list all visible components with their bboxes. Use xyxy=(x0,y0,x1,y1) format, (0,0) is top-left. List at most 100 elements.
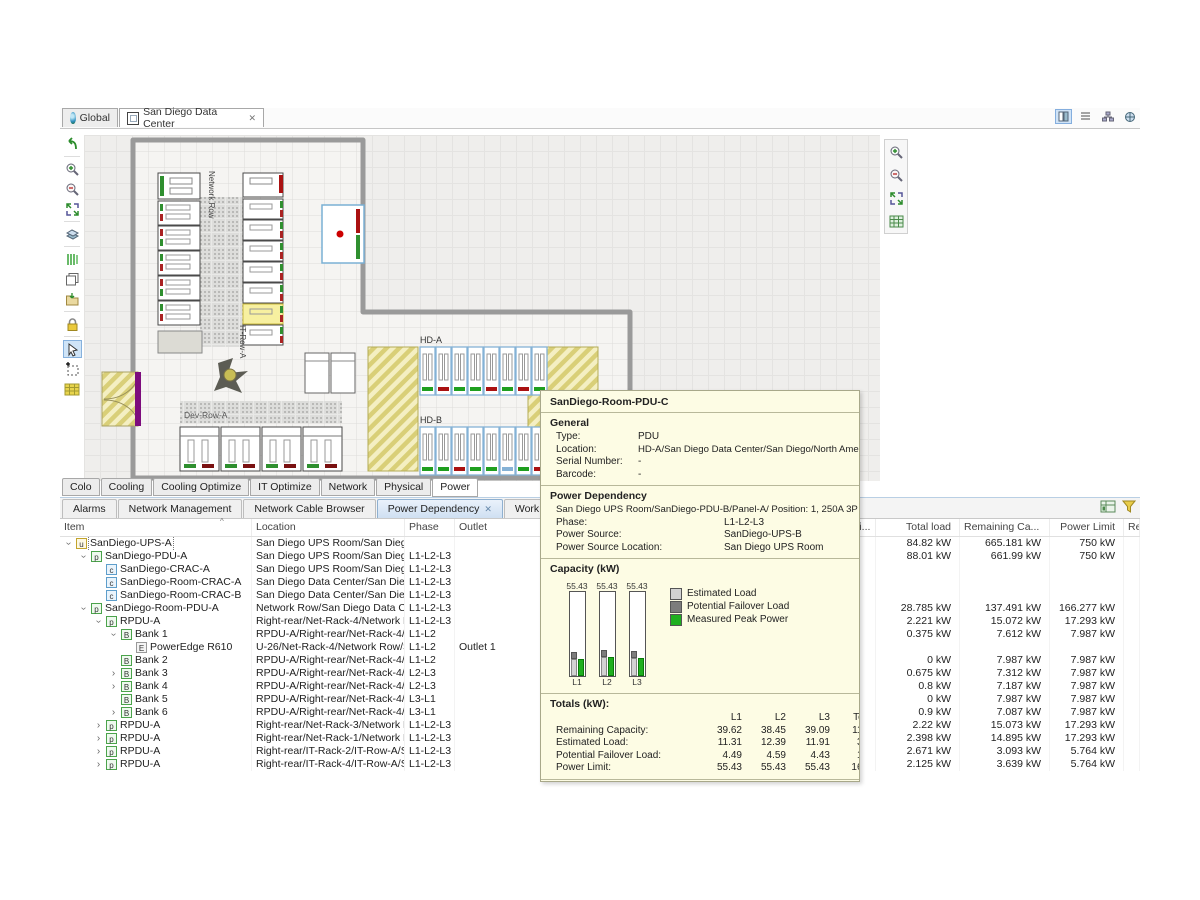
tab-network[interactable]: Network xyxy=(321,478,376,496)
outlet-cell xyxy=(455,550,545,563)
zoom-in-icon[interactable] xyxy=(63,160,82,178)
remaining-capacity-cell: 7.987 kW xyxy=(960,693,1050,706)
item-label: SanDiego-PDU-A xyxy=(105,550,187,563)
sort-indicator-icon: ^ xyxy=(220,517,224,526)
item-label: RPDU-A xyxy=(120,719,160,732)
globe-settings-icon[interactable] xyxy=(1121,109,1138,124)
lock-icon[interactable] xyxy=(63,315,82,333)
panel-view-icon[interactable] xyxy=(1055,109,1072,124)
marquee-select-icon[interactable] xyxy=(63,360,82,378)
power-limit-cell xyxy=(1050,576,1124,589)
tab-power-dependency[interactable]: Power Dependency✕ xyxy=(377,499,503,518)
tree-expand-icon[interactable]: › xyxy=(94,745,103,758)
remaining-capacity-cell xyxy=(960,576,1050,589)
tree-expand-icon[interactable]: › xyxy=(109,667,118,680)
tree-collapse-icon[interactable]: › xyxy=(107,630,120,639)
tab-alarms[interactable]: Alarms xyxy=(62,499,117,518)
dev-row-label: Dev-Row-A xyxy=(184,410,228,420)
zoom-out-icon[interactable] xyxy=(887,166,906,184)
tree-collapse-icon[interactable]: › xyxy=(77,604,90,613)
tab-colo[interactable]: Colo xyxy=(62,478,100,496)
total-load-cell: 84.82 kW xyxy=(876,537,960,550)
tab-global[interactable]: Global xyxy=(62,108,118,127)
filter-icon[interactable] xyxy=(1122,500,1136,516)
tab-cooling-optimize[interactable]: Cooling Optimize xyxy=(153,478,249,496)
network-row-racks[interactable] xyxy=(158,173,200,325)
tab-network-cable-browser[interactable]: Network Cable Browser xyxy=(243,499,375,518)
phase-cell: L1-L2-L3 xyxy=(405,719,455,732)
power-source-location-value: San Diego UPS Room xyxy=(724,542,824,555)
barcode-value: - xyxy=(638,469,641,482)
grid-header: L3 xyxy=(786,712,830,725)
copy-view-icon[interactable] xyxy=(63,270,82,288)
re-cell xyxy=(1124,550,1140,563)
tree-collapse-icon[interactable]: › xyxy=(77,552,90,561)
layers-icon[interactable] xyxy=(63,225,82,243)
phase-value: L1-L2-L3 xyxy=(724,517,764,530)
report-view-icon[interactable] xyxy=(1100,500,1116,516)
tree-expand-icon[interactable]: › xyxy=(109,706,118,719)
re-cell xyxy=(1124,576,1140,589)
location-cell: San Diego UPS Room/San Diego/... xyxy=(252,537,405,550)
tab-cooling[interactable]: Cooling xyxy=(101,478,153,496)
tree-collapse-icon[interactable]: › xyxy=(92,617,105,626)
export-view-icon[interactable] xyxy=(63,290,82,308)
pdu-icon: p xyxy=(106,759,117,770)
tab-it-optimize[interactable]: IT Optimize xyxy=(250,478,319,496)
grid-value: 35.61 xyxy=(830,737,860,750)
grid-value: 39.09 xyxy=(786,725,830,738)
wall-marker xyxy=(135,372,141,426)
legend-item: Measured Peak Power xyxy=(670,613,789,626)
location-cell: San Diego UPS Room/San Diego/... xyxy=(252,550,405,563)
storage-room-unit[interactable] xyxy=(322,205,364,263)
phase-cell: L2-L3 xyxy=(405,667,455,680)
close-tab-icon[interactable]: ✕ xyxy=(248,113,256,124)
canvas-zoom-toolbar xyxy=(884,139,908,234)
total-load-cell xyxy=(876,589,960,602)
measure-icon[interactable] xyxy=(63,250,82,268)
item-label: SanDiego-Room-CRAC-A xyxy=(120,576,241,589)
location-cell: Right-rear/Net-Rack-3/Network R... xyxy=(252,719,405,732)
outlet-cell xyxy=(455,615,545,628)
tile-grid-icon[interactable] xyxy=(63,380,82,398)
it-row-racks[interactable] xyxy=(243,173,283,345)
re-cell xyxy=(1124,537,1140,550)
tree-expand-icon[interactable]: › xyxy=(109,680,118,693)
totals-heading: Totals (kW): xyxy=(550,698,850,710)
hd-b-racks[interactable] xyxy=(420,427,547,475)
phase-cell: L1-L2-L3 xyxy=(405,563,455,576)
tree-expand-icon[interactable]: › xyxy=(94,732,103,745)
zoom-out-icon[interactable] xyxy=(63,180,82,198)
re-cell xyxy=(1124,615,1140,628)
re-cell xyxy=(1124,641,1140,654)
total-load-cell: 2.221 kW xyxy=(876,615,960,628)
outlet-cell xyxy=(455,732,545,745)
item-label: PowerEdge R610 xyxy=(150,641,232,654)
tree-collapse-icon[interactable]: › xyxy=(62,539,75,548)
item-label: Bank 6 xyxy=(135,706,168,719)
undo-icon[interactable] xyxy=(63,135,82,153)
remaining-capacity-cell: 7.187 kW xyxy=(960,680,1050,693)
zoom-fit-icon[interactable] xyxy=(887,189,906,207)
close-tab-icon[interactable]: ✕ xyxy=(484,504,492,515)
zoom-in-icon[interactable] xyxy=(887,143,906,161)
total-load-cell: 0.675 kW xyxy=(876,667,960,680)
list-view-icon[interactable] xyxy=(1077,109,1094,124)
tab-network-management[interactable]: Network Management xyxy=(118,499,243,518)
tab-san-diego-data-center[interactable]: San Diego Data Center ✕ xyxy=(119,108,264,127)
tab-power[interactable]: Power xyxy=(432,478,478,497)
hd-a-racks[interactable] xyxy=(420,347,547,395)
hierarchy-view-icon[interactable] xyxy=(1099,109,1116,124)
general-heading: General xyxy=(550,417,850,429)
tree-expand-icon[interactable]: › xyxy=(94,758,103,771)
zoom-fit-icon[interactable] xyxy=(63,200,82,218)
tab-physical[interactable]: Physical xyxy=(376,478,431,496)
breaker-path: San Diego UPS Room/SanDiego-PDU-B/Panel-… xyxy=(550,504,850,517)
total-load-cell: 0 kW xyxy=(876,654,960,667)
outlet-cell xyxy=(455,576,545,589)
tree-expand-icon[interactable]: › xyxy=(94,719,103,732)
remaining-capacity-cell: 3.093 kW xyxy=(960,745,1050,758)
grid-header: Totals: xyxy=(830,712,860,725)
legend-grid-icon[interactable] xyxy=(887,212,906,230)
select-pointer-icon[interactable] xyxy=(63,340,82,358)
